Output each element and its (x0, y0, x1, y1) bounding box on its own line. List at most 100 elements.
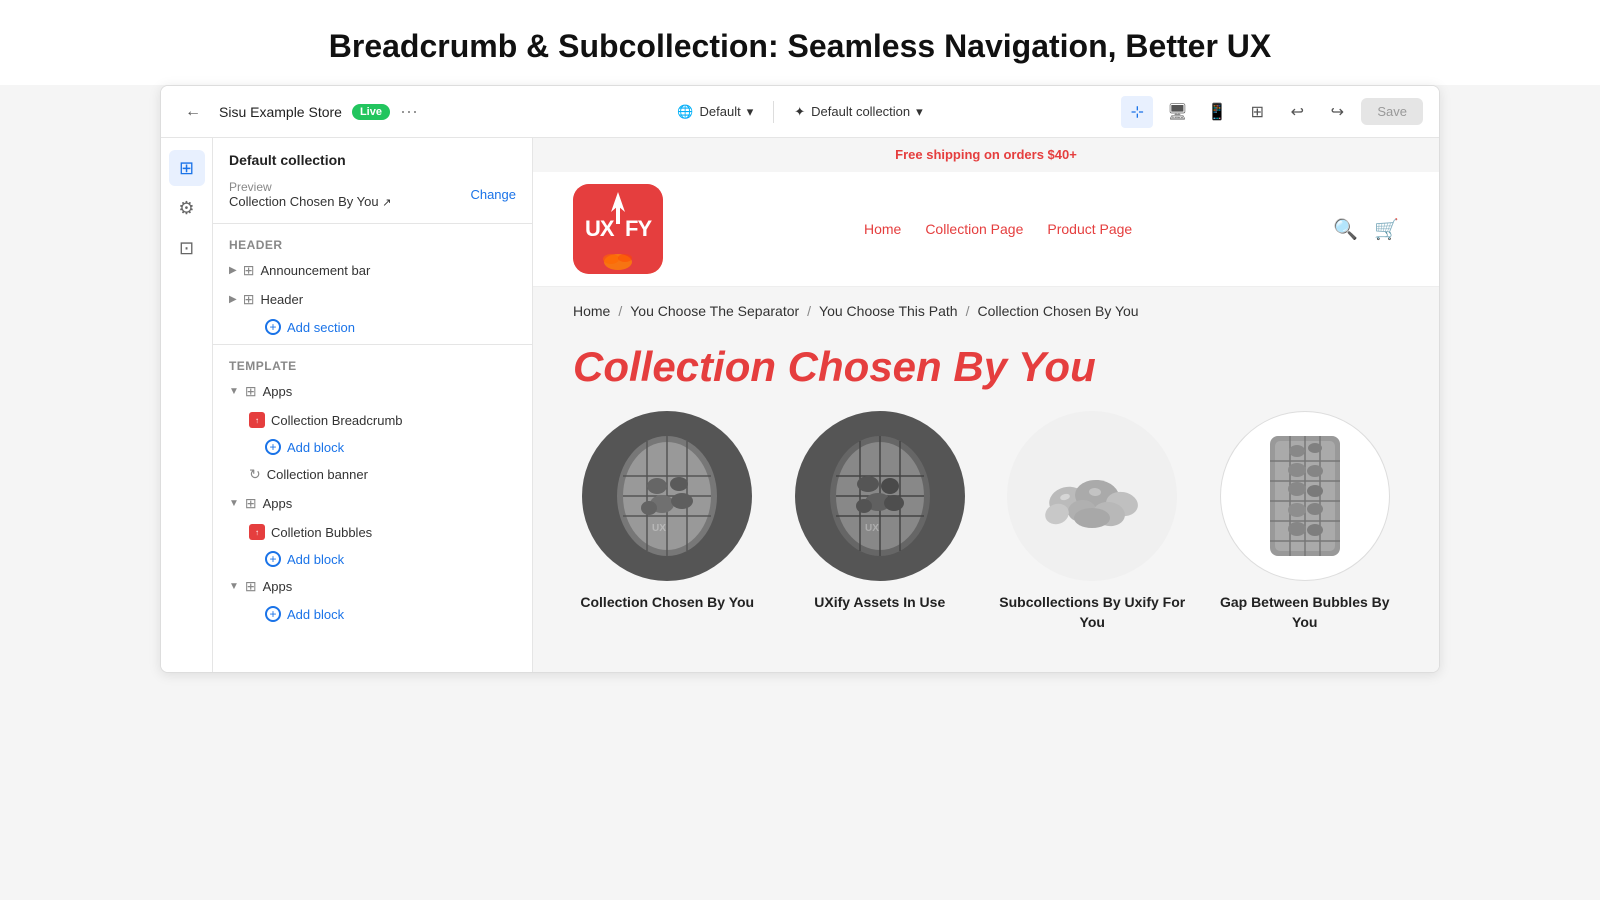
grid-icon-apps1: ⊞ (245, 383, 257, 400)
undo-button[interactable]: ↩ (1281, 96, 1313, 128)
tall-cage-svg (1255, 426, 1355, 566)
desktop-view-button[interactable]: 🖥 (1161, 96, 1193, 128)
apps-1-item[interactable]: ▼ ⊞ Apps (213, 377, 532, 406)
sidebar-divider-2 (213, 344, 532, 345)
nav-collection[interactable]: Collection Page (925, 221, 1023, 237)
product-card-3[interactable]: Subcollections By Uxify For You (998, 411, 1187, 632)
content-area: ⊞ ⚙ ⊡ Default collection Preview Collect… (161, 138, 1439, 672)
announcement-bar-preview: Free shipping on orders $40+ (533, 138, 1439, 172)
collection-bubbles-item[interactable]: ↑ Colletion Bubbles (213, 518, 532, 546)
preview-content: Free shipping on orders $40+ UX FY I (533, 138, 1439, 672)
add-block-1-button[interactable]: + Add block (213, 434, 532, 460)
store-nav-icons: 🔍 🛒 (1333, 217, 1399, 242)
collection-banner-label: Collection banner (267, 467, 368, 482)
collection-title: Collection Chosen By You (573, 343, 1399, 391)
collection-breadcrumb-label: Collection Breadcrumb (271, 413, 403, 428)
change-link[interactable]: Change (470, 187, 516, 202)
add-circle-3: + (265, 606, 281, 622)
product-card-4[interactable]: Gap Between Bubbles By You (1211, 411, 1400, 632)
top-bar-right: ⊹ 🖥 📱 ⊞ ↩ ↪ Save (1016, 96, 1423, 128)
divider (773, 101, 774, 123)
announcement-bar-item[interactable]: ▶ ⊞ Announcement bar (213, 256, 532, 285)
nav-home[interactable]: Home (864, 221, 901, 237)
preview-label: Preview (229, 180, 391, 194)
stones-pile-svg (1027, 446, 1157, 546)
collection-breadcrumb-item[interactable]: ↑ Collection Breadcrumb (213, 406, 532, 434)
add-circle-2: + (265, 551, 281, 567)
breadcrumb-nav: Home / You Choose The Separator / You Ch… (573, 303, 1399, 319)
svg-text:UX: UX (865, 523, 879, 534)
product-grid: UX Collection Chosen By You (533, 411, 1439, 672)
breadcrumb-part2[interactable]: You Choose This Path (819, 303, 958, 319)
chevron-right-icon-2: ▶ (229, 294, 237, 305)
sidebar-panel: Default collection Preview Collection Ch… (213, 138, 533, 672)
collection-banner-item[interactable]: ↻ Collection banner (213, 460, 532, 489)
more-options-button[interactable]: ··· (400, 101, 418, 122)
globe-icon: 🌐 (677, 104, 693, 120)
save-button[interactable]: Save (1361, 98, 1423, 125)
add-block-3-button[interactable]: + Add block (213, 601, 532, 627)
product-name-2: UXify Assets In Use (786, 593, 975, 613)
back-button[interactable]: ← (177, 96, 209, 128)
tablet-view-button[interactable]: ⊞ (1241, 96, 1273, 128)
live-badge: Live (352, 104, 390, 120)
sections-icon-btn[interactable]: ⊞ (169, 150, 205, 186)
product-image-1: UX (582, 411, 752, 581)
collection-label: Default collection (811, 104, 910, 119)
nav-product[interactable]: Product Page (1047, 221, 1132, 237)
svg-text:FY: FY (625, 216, 652, 241)
settings-icon-btn[interactable]: ⚙ (169, 190, 205, 226)
announcement-bar-label: Announcement bar (260, 263, 370, 278)
breadcrumb-part1[interactable]: You Choose The Separator (630, 303, 799, 319)
app-shell: ← Sisu Example Store Live ··· 🌐 Default … (160, 85, 1440, 673)
select-tool-button[interactable]: ⊹ (1121, 96, 1153, 128)
collection-dropdown[interactable]: ✦ Default collection ▾ (786, 100, 930, 124)
apps-2-label: Apps (263, 496, 293, 511)
theme-label: Default (700, 104, 741, 119)
add-block-2-button[interactable]: + Add block (213, 546, 532, 572)
collection-heading: Collection Chosen By You (533, 335, 1439, 411)
announcement-text: Free shipping on orders $40+ (895, 147, 1077, 162)
cart-nav-icon[interactable]: 🛒 (1374, 217, 1399, 242)
header-item[interactable]: ▶ ⊞ Header (213, 285, 532, 314)
preview-info: Preview Collection Chosen By You ↗ (229, 180, 391, 209)
store-header-preview: UX FY I Home Collectio (533, 172, 1439, 287)
top-bar-left: ← Sisu Example Store Live ··· (177, 96, 584, 128)
product-name-3: Subcollections By Uxify For You (998, 593, 1187, 632)
product-card-1[interactable]: UX Collection Chosen By You (573, 411, 762, 632)
loop-icon: ↻ (249, 466, 261, 483)
svg-text:UX: UX (652, 523, 666, 534)
product-image-2: UX (795, 411, 965, 581)
preview-row: Preview Collection Chosen By You ↗ Chang… (213, 176, 532, 219)
page-title-area: Breadcrumb & Subcollection: Seamless Nav… (0, 0, 1600, 85)
search-nav-icon[interactable]: 🔍 (1333, 217, 1358, 242)
mobile-view-button[interactable]: 📱 (1201, 96, 1233, 128)
breadcrumb-current: Collection Chosen By You (977, 303, 1138, 319)
add-section-label: Add section (287, 320, 355, 335)
apps-3-item[interactable]: ▼ ⊞ Apps (213, 572, 532, 601)
page-title: Breadcrumb & Subcollection: Seamless Nav… (20, 28, 1580, 65)
breadcrumb-home[interactable]: Home (573, 303, 610, 319)
apps-icon-btn[interactable]: ⊡ (169, 230, 205, 266)
external-link-icon: ↗ (382, 197, 391, 209)
breadcrumb-bar: Home / You Choose The Separator / You Ch… (533, 287, 1439, 335)
breadcrumb-sep-2: / (807, 303, 811, 319)
apps-1-label: Apps (263, 384, 293, 399)
product-image-3 (1007, 411, 1177, 581)
product-name-4: Gap Between Bubbles By You (1211, 593, 1400, 632)
product-card-2[interactable]: UX UXify Assets In Use (786, 411, 975, 632)
add-circle-icon: + (265, 319, 281, 335)
grid-icon-apps2: ⊞ (245, 495, 257, 512)
chevron-down-apps3: ▼ (229, 581, 239, 592)
chevron-down-icon-2: ▾ (916, 104, 923, 120)
preview-value: Collection Chosen By You ↗ (229, 194, 391, 209)
chevron-right-icon: ▶ (229, 265, 237, 276)
grid-icon-1: ⊞ (243, 262, 255, 279)
apps-3-label: Apps (263, 579, 293, 594)
apps-2-item[interactable]: ▼ ⊞ Apps (213, 489, 532, 518)
breadcrumb-sep-1: / (618, 303, 622, 319)
redo-button[interactable]: ↪ (1321, 96, 1353, 128)
preview-value-text: Collection Chosen By You (229, 194, 379, 209)
add-section-button[interactable]: + Add section (213, 314, 532, 340)
theme-dropdown[interactable]: 🌐 Default ▾ (669, 100, 761, 124)
